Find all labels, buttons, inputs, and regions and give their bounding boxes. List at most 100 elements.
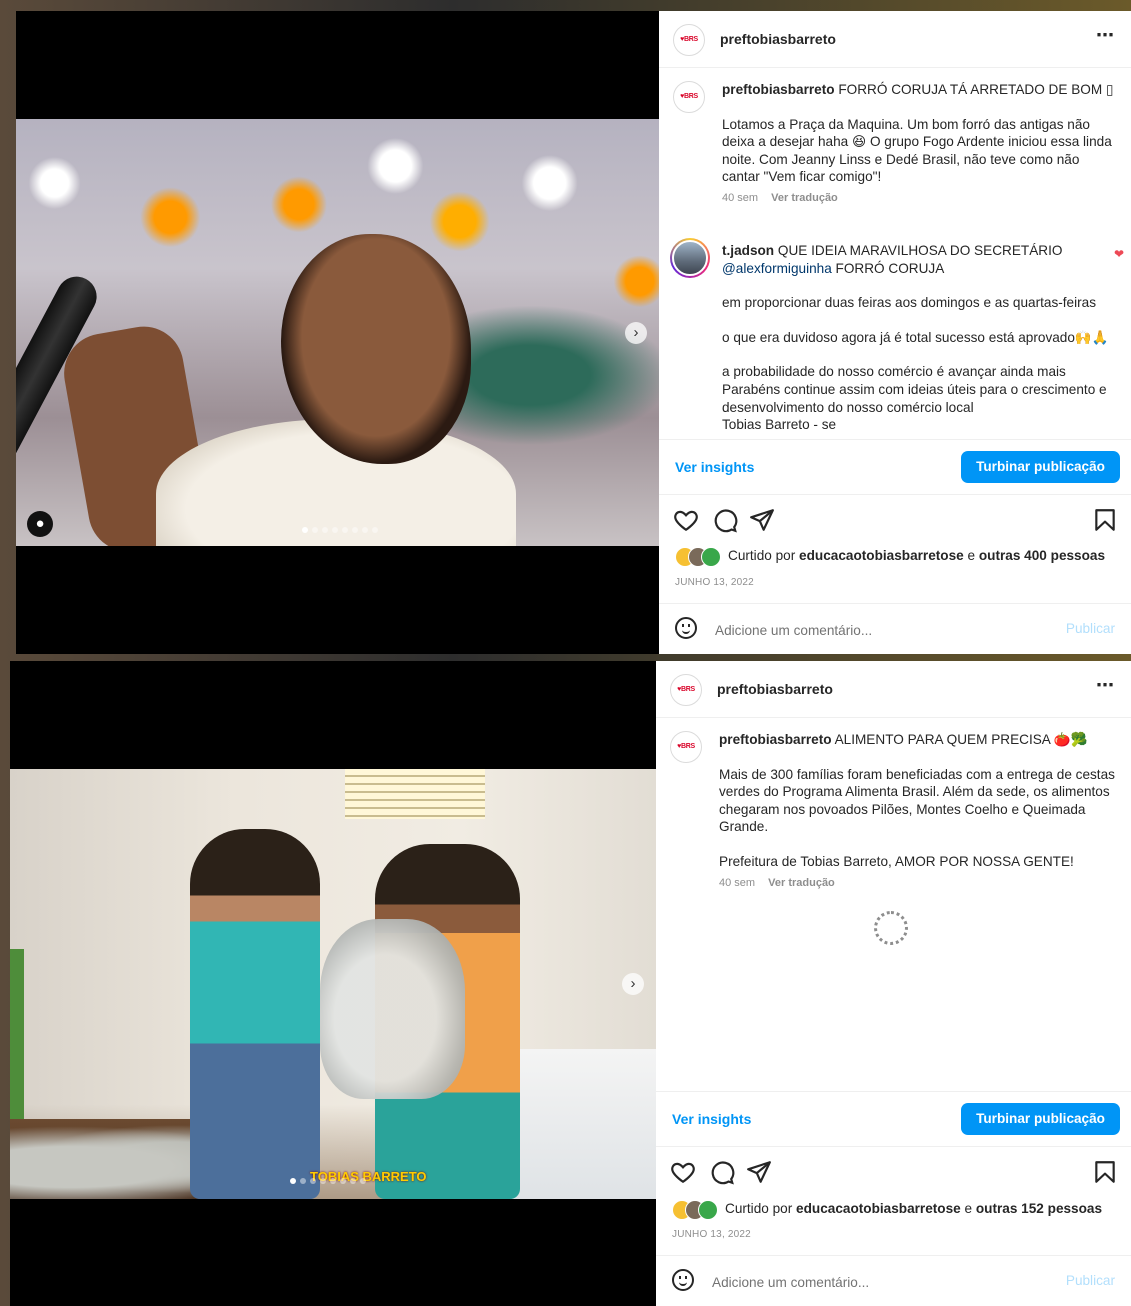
publish-button[interactable]: Publicar: [1060, 1272, 1121, 1289]
comment-paragraph: o que era duvidoso agora já é total suce…: [722, 329, 1109, 345]
emoji-smile-icon[interactable]: [672, 1269, 694, 1291]
carousel-dot: [290, 1178, 296, 1184]
bookmark-icon[interactable]: [1092, 1159, 1118, 1185]
publish-button[interactable]: Publicar: [1060, 620, 1121, 637]
post-header: ♥BRS preftobiasbarreto ⋯: [656, 661, 1131, 718]
chevron-right-icon[interactable]: ›: [625, 322, 647, 344]
likes-and: e: [964, 1201, 973, 1216]
insights-bar: Ver insights Turbinar publicação: [659, 439, 1131, 495]
add-comment-bar: Publicar: [659, 603, 1131, 654]
caption-username[interactable]: preftobiasbarreto: [719, 732, 832, 747]
boost-post-button[interactable]: Turbinar publicação: [961, 451, 1120, 483]
caption-meta: 40 sem Ver tradução: [719, 875, 1115, 893]
carousel-dot: [332, 527, 338, 533]
likes-and: e: [967, 548, 976, 563]
header-username[interactable]: preftobiasbarreto: [717, 681, 833, 697]
photo-window: [345, 769, 485, 819]
header-username[interactable]: preftobiasbarreto: [720, 31, 836, 47]
post-actions: [656, 1147, 1131, 1197]
avatar[interactable]: ♥BRS: [673, 24, 705, 56]
liker-username[interactable]: educacaotobiasbarretose: [796, 1201, 961, 1216]
comments-list[interactable]: ♥BRS preftobiasbarreto ALIMENTO PARA QUE…: [656, 718, 1131, 1090]
comment-line: FORRÓ CORUJA: [835, 260, 945, 276]
carousel-dot: [302, 527, 308, 533]
boost-post-button[interactable]: Turbinar publicação: [961, 1103, 1120, 1135]
heart-icon[interactable]: [670, 1159, 696, 1185]
emoji-smile-icon[interactable]: [675, 617, 697, 639]
likes-text: Curtido por educacaotobiasbarretose e ou…: [725, 1201, 1102, 1216]
share-paper-plane-icon[interactable]: [746, 1159, 772, 1185]
photo-food-bag: [320, 919, 465, 1099]
carousel-dot: [340, 1178, 346, 1184]
more-dots-icon[interactable]: ⋯: [1096, 675, 1115, 696]
carousel-dot: [322, 527, 328, 533]
post-dialog-2: TOBIAS BARRETO › ♥BRS preftobiasbarreto …: [10, 661, 1131, 1306]
likes-prefix: Curtido por: [728, 548, 796, 563]
avatar[interactable]: ♥BRS: [670, 674, 702, 706]
carousel-dot: [362, 527, 368, 533]
carousel-dot: [312, 527, 318, 533]
carousel-dot: [342, 527, 348, 533]
avatar[interactable]: ♥BRS: [670, 731, 702, 763]
likes-others[interactable]: outras 152 pessoas: [976, 1201, 1102, 1216]
share-paper-plane-icon[interactable]: [749, 507, 775, 533]
carousel-dot: [330, 1178, 336, 1184]
post-dialog-1: › ● ♥BRS preftobiasbarreto ⋯ ♥BRS prefto…: [16, 11, 1131, 654]
loading-spinner-icon: [874, 911, 908, 945]
chevron-right-icon[interactable]: ›: [622, 973, 644, 995]
comment-username[interactable]: t.jadson: [722, 243, 774, 258]
carousel-dot: [352, 527, 358, 533]
user-tag-icon[interactable]: ●: [27, 511, 53, 537]
comments-list[interactable]: ♥BRS preftobiasbarreto FORRÓ CORUJA TÁ A…: [659, 68, 1131, 438]
post-side-panel: ♥BRS preftobiasbarreto ⋯ ♥BRS preftobias…: [656, 661, 1131, 1306]
more-dots-icon[interactable]: ⋯: [1096, 25, 1115, 46]
post-actions: [659, 495, 1131, 545]
avatar[interactable]: ♥BRS: [673, 81, 705, 113]
liker-avatars: [672, 1200, 722, 1220]
post-media: TOBIAS BARRETO ›: [10, 661, 656, 1306]
comment-like-icon[interactable]: ❤: [1114, 247, 1124, 261]
carousel-dot: [300, 1178, 306, 1184]
translate-link[interactable]: Ver tradução: [768, 877, 835, 889]
carousel-dots: [302, 527, 378, 533]
likes-summary[interactable]: Curtido por educacaotobiasbarretose e ou…: [672, 1198, 1112, 1220]
view-insights-link[interactable]: Ver insights: [675, 459, 754, 475]
bookmark-icon[interactable]: [1092, 507, 1118, 533]
likes-others[interactable]: outras 400 pessoas: [979, 548, 1105, 563]
caption-time: 40 sem: [722, 191, 759, 204]
likes-text: Curtido por educacaotobiasbarretose e ou…: [728, 548, 1105, 563]
comment-input[interactable]: [710, 1268, 1044, 1296]
caption-body: preftobiasbarreto FORRÓ CORUJA TÁ ARRETA…: [722, 81, 1115, 208]
caption-text: Prefeitura de Tobias Barreto, AMOR POR N…: [719, 853, 1074, 869]
carousel-dot: [350, 1178, 356, 1184]
likes-summary[interactable]: Curtido por educacaotobiasbarretose e ou…: [675, 545, 1115, 567]
carousel-dot: [360, 1178, 366, 1184]
avatar[interactable]: [670, 238, 710, 278]
insights-bar: Ver insights Turbinar publicação: [656, 1091, 1131, 1147]
add-comment-bar: Publicar: [656, 1255, 1131, 1306]
heart-icon[interactable]: [673, 507, 699, 533]
liker-username[interactable]: educacaotobiasbarretose: [799, 548, 964, 563]
carousel-dot: [320, 1178, 326, 1184]
comment-bubble-icon[interactable]: [712, 507, 738, 533]
carousel-dot: [310, 1178, 316, 1184]
caption-text: Lotamos a Praça da Maquina. Um bom forró…: [722, 116, 1112, 185]
caption-body: preftobiasbarreto ALIMENTO PARA QUEM PRE…: [719, 731, 1115, 892]
photo-person-left: [190, 829, 320, 1199]
post-date: JUNHO 13, 2022: [675, 577, 754, 588]
comment-input[interactable]: [713, 616, 1047, 644]
comment-body: t.jadson QUE IDEIA MARAVILHOSA DO SECRET…: [722, 242, 1115, 438]
post-photo-singer: [16, 119, 659, 546]
view-insights-link[interactable]: Ver insights: [672, 1111, 751, 1127]
comment-paragraph: Tobias Barreto - se: [722, 417, 837, 433]
comment-paragraph: a probabilidade do nosso comércio é avan…: [722, 364, 1107, 415]
translate-link[interactable]: Ver tradução: [771, 192, 838, 204]
post-photo-food-delivery: TOBIAS BARRETO: [10, 769, 656, 1199]
comment-mention[interactable]: @alexformiguinha: [722, 261, 832, 276]
caption-username[interactable]: preftobiasbarreto: [722, 82, 835, 97]
post-media: › ●: [16, 11, 659, 654]
comment-bubble-icon[interactable]: [709, 1159, 735, 1185]
caption-text: Mais de 300 famílias foram beneficiadas …: [719, 766, 1115, 835]
likes-prefix: Curtido por: [725, 1201, 793, 1216]
caption-meta: 40 sem Ver tradução: [722, 190, 1115, 208]
